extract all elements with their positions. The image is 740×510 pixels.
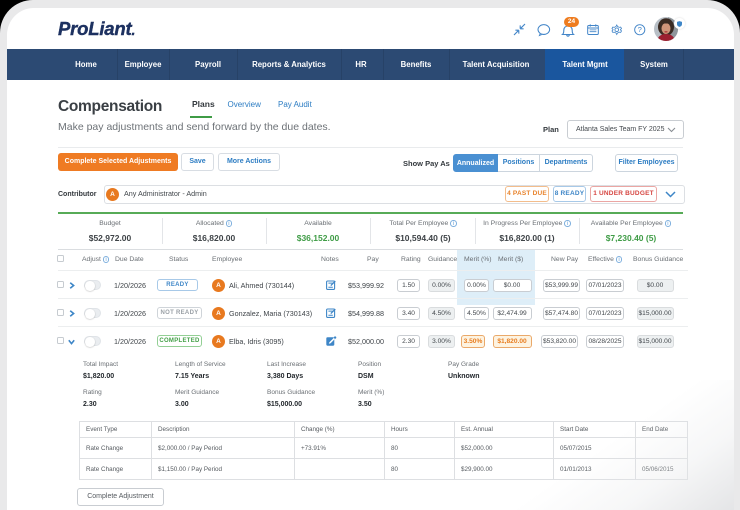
svg-text:?: ? bbox=[638, 25, 642, 34]
